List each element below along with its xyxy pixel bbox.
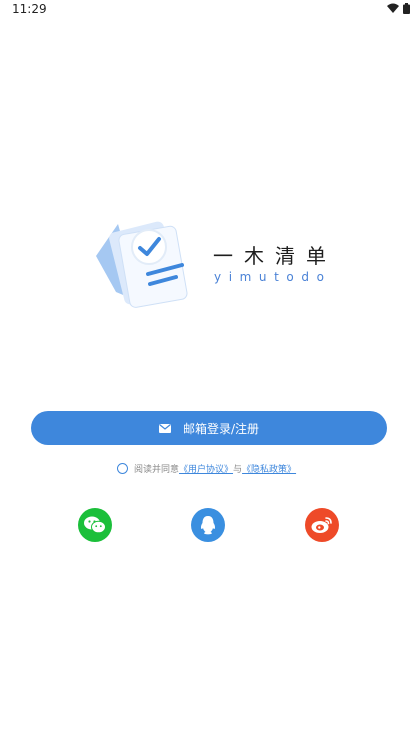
- app-subtitle: yimutodo: [214, 270, 332, 284]
- app-title: 一木清单: [213, 244, 337, 268]
- agree-checkbox[interactable]: [117, 462, 128, 474]
- email-login-label: 邮箱登录/注册: [182, 421, 260, 436]
- status-time: 11:29: [12, 2, 47, 16]
- mail-icon: [158, 423, 171, 433]
- wechat-icon: [84, 516, 106, 534]
- status-icons: [387, 3, 410, 14]
- agreement-connector: 与: [233, 464, 243, 475]
- privacy-policy-link[interactable]: 《隐私政策》: [242, 462, 296, 475]
- agreement-prefix: 阅读并同意: [134, 464, 180, 475]
- user-agreement-link[interactable]: 《用户协议》: [179, 462, 233, 475]
- weibo-icon: [311, 516, 333, 534]
- battery-icon: [403, 3, 410, 14]
- email-login-button[interactable]: 邮箱登录/注册: [31, 411, 387, 445]
- app-logo: [94, 216, 194, 308]
- agreement-row: 阅读并同意 《用户协议》 与 《隐私政策》: [117, 461, 296, 475]
- weibo-login-button[interactable]: [305, 508, 339, 542]
- wechat-login-button[interactable]: [78, 508, 112, 542]
- qq-icon: [200, 515, 216, 535]
- wifi-icon: [387, 3, 399, 14]
- status-bar: 11:29: [0, 0, 418, 20]
- qq-login-button[interactable]: [191, 508, 225, 542]
